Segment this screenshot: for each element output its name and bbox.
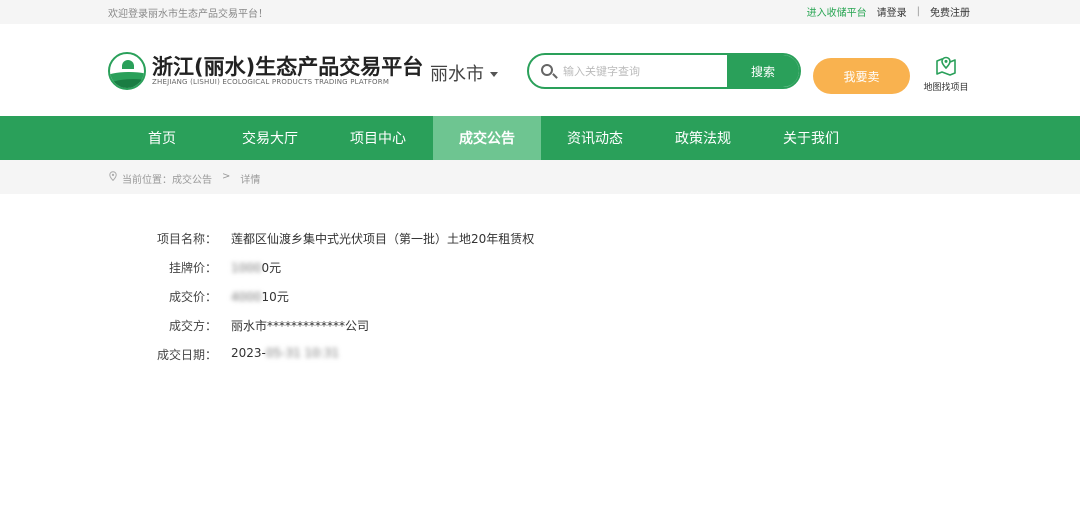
deal-date-label: 成交日期： <box>156 348 217 362</box>
nav-item-trading-hall[interactable]: 交易大厅 <box>216 116 324 160</box>
city-selector[interactable]: 丽水市 <box>430 60 498 86</box>
platform-title[interactable]: 浙江(丽水)生态产品交易平台 <box>152 51 423 81</box>
search-button[interactable]: 搜索 <box>727 55 799 87</box>
top-bar: 欢迎登录丽水市生态产品交易平台！ 进入收储平台 请登录 | 免费注册 <box>0 0 1080 24</box>
breadcrumb: 当前位置：成交公告 > 详情 <box>0 160 1080 194</box>
deal-date-prefix: 2023- <box>231 346 266 360</box>
platform-subtitle: ZHEJIANG (LISHUI) ECOLOGICAL PRODUCTS TR… <box>152 78 390 86</box>
city-label: 丽水市 <box>430 64 484 85</box>
search-box: 搜索 <box>527 53 801 89</box>
breadcrumb-prefix[interactable]: 当前位置：成交公告 <box>122 171 212 186</box>
buyer-value: 丽水市*************公司 <box>231 319 370 333</box>
nav-item-policy[interactable]: 政策法规 <box>649 116 757 160</box>
deal-price-value: 10元 <box>261 290 289 304</box>
map-project-label: 地图找项目 <box>923 83 969 93</box>
project-name-value: 莲都区仙渡乡集中式光伏项目（第一批）土地20年租赁权 <box>231 232 535 246</box>
main-nav: 首页 交易大厅 项目中心 成交公告 资讯动态 政策法规 关于我们 <box>0 116 1080 160</box>
platform-logo-icon[interactable] <box>108 52 146 90</box>
deal-price-label: 成交价： <box>168 290 217 304</box>
search-input[interactable] <box>563 55 727 87</box>
deal-date-redacted: 05-31 10:31 <box>265 346 340 360</box>
location-pin-icon <box>109 171 117 181</box>
listing-price-label: 挂牌价： <box>168 261 217 275</box>
nav-item-news[interactable]: 资讯动态 <box>541 116 649 160</box>
detail-row-deal-price: 成交价： 400010元 <box>0 288 1080 308</box>
detail-row-deal-date: 成交日期： 2023-05-31 10:31 <box>0 346 1080 366</box>
sell-button[interactable]: 我要卖 <box>813 58 910 94</box>
nav-item-about-us[interactable]: 关于我们 <box>757 116 865 160</box>
detail-row-buyer: 成交方： 丽水市*************公司 <box>0 317 1080 337</box>
top-separator: | <box>916 6 920 17</box>
breadcrumb-arrow: > <box>222 171 231 182</box>
caret-down-icon <box>490 71 498 77</box>
welcome-text: 欢迎登录丽水市生态产品交易平台！ <box>108 9 268 20</box>
listing-price-value: 0元 <box>261 261 282 275</box>
project-name-label: 项目名称： <box>156 232 217 246</box>
detail-row-listing-price: 挂牌价： 10000元 <box>0 259 1080 279</box>
breadcrumb-current: 详情 <box>240 175 261 186</box>
deal-price-redacted: 4000 <box>231 290 262 304</box>
nav-item-deal-announcement[interactable]: 成交公告 <box>433 116 541 160</box>
buyer-label: 成交方： <box>168 319 217 333</box>
listing-price-redacted: 1000 <box>231 261 262 275</box>
nav-item-project-center[interactable]: 项目中心 <box>324 116 432 160</box>
login-link[interactable]: 请登录 <box>877 4 907 19</box>
search-icon <box>529 55 563 87</box>
detail-row-project-name: 项目名称： 莲都区仙渡乡集中式光伏项目（第一批）土地20年租赁权 <box>0 230 1080 250</box>
enter-platform-link[interactable]: 进入收储平台 <box>807 4 867 19</box>
top-links: 进入收储平台 请登录 | 免费注册 <box>807 4 970 19</box>
map-pin-icon <box>934 54 958 78</box>
nav-item-home[interactable]: 首页 <box>108 116 216 160</box>
header: 浙江(丽水)生态产品交易平台 ZHEJIANG (LISHUI) ECOLOGI… <box>0 24 1080 116</box>
register-link[interactable]: 免费注册 <box>930 4 970 19</box>
map-find-project[interactable]: 地图找项目 <box>920 48 972 93</box>
